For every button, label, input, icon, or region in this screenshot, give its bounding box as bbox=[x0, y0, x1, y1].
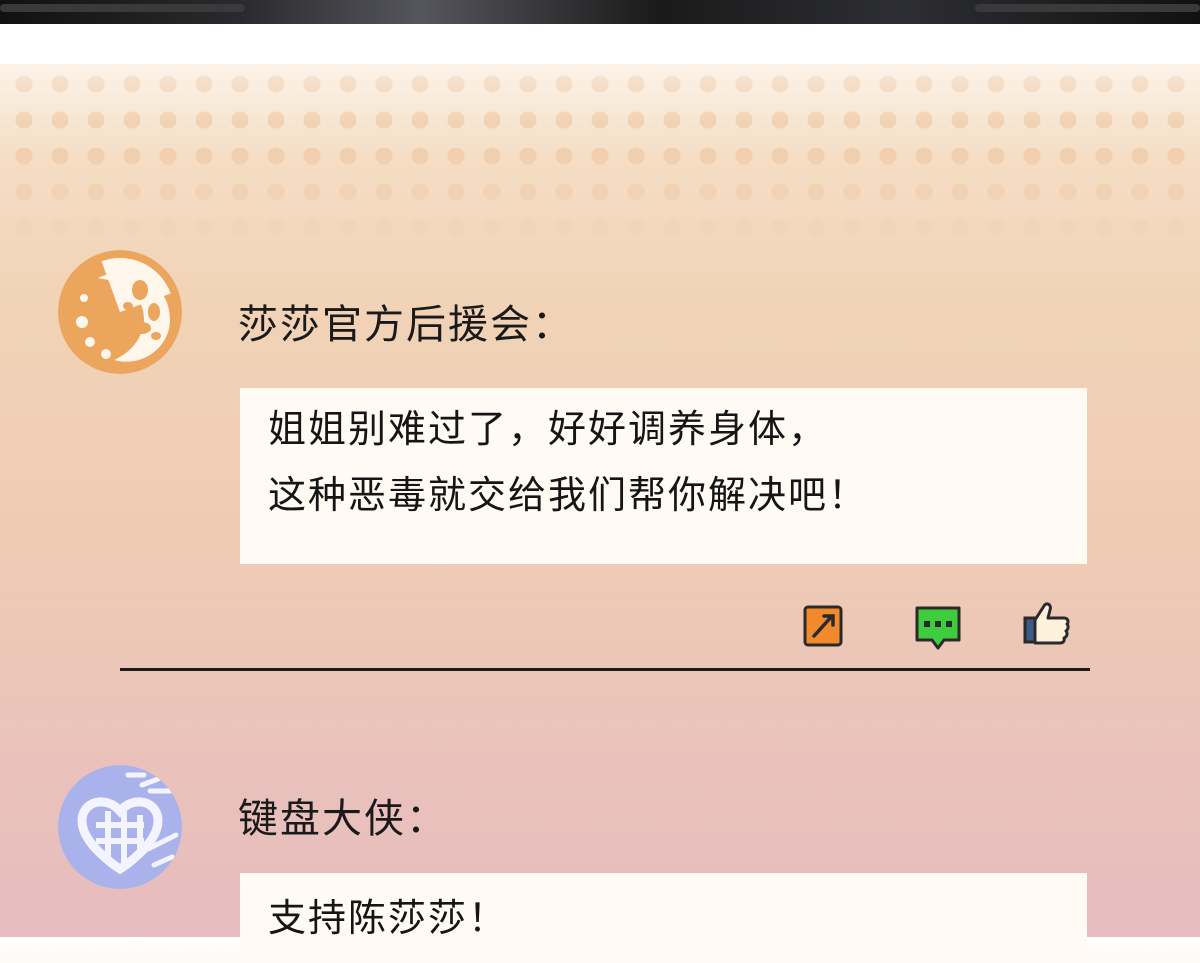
like-button[interactable] bbox=[1022, 600, 1072, 646]
top-strip bbox=[0, 0, 1200, 24]
white-band bbox=[0, 24, 1200, 64]
avatar-orange[interactable] bbox=[58, 250, 182, 374]
post-message-bubble: 姐姐别难过了，好好调养身体， 这种恶毒就交给我们帮你解决吧！ bbox=[240, 388, 1087, 564]
share-icon bbox=[803, 605, 843, 647]
share-button[interactable] bbox=[802, 604, 846, 648]
message-line: 支持陈莎莎！ bbox=[268, 896, 509, 940]
avatar-blue[interactable] bbox=[58, 765, 182, 889]
message-line: 这种恶毒就交给我们帮你解决吧！ bbox=[268, 473, 869, 517]
post-username[interactable]: 键盘大侠： bbox=[238, 786, 448, 844]
top-left-bar bbox=[0, 4, 245, 12]
top-right-bar bbox=[975, 4, 1200, 12]
post-username[interactable]: 莎莎官方后援会： bbox=[238, 292, 574, 350]
comment-icon bbox=[915, 606, 961, 650]
thumbs-up-icon bbox=[1023, 602, 1070, 645]
halftone-dots-background bbox=[0, 60, 1200, 250]
post-divider bbox=[120, 668, 1090, 671]
comment-button[interactable] bbox=[914, 604, 962, 652]
avatar-blue-icon bbox=[58, 765, 182, 889]
message-line: 姐姐别难过了，好好调养身体， bbox=[268, 407, 829, 451]
post-message-bubble: 支持陈莎莎！ bbox=[240, 873, 1087, 963]
avatar-orange-icon bbox=[58, 250, 182, 374]
